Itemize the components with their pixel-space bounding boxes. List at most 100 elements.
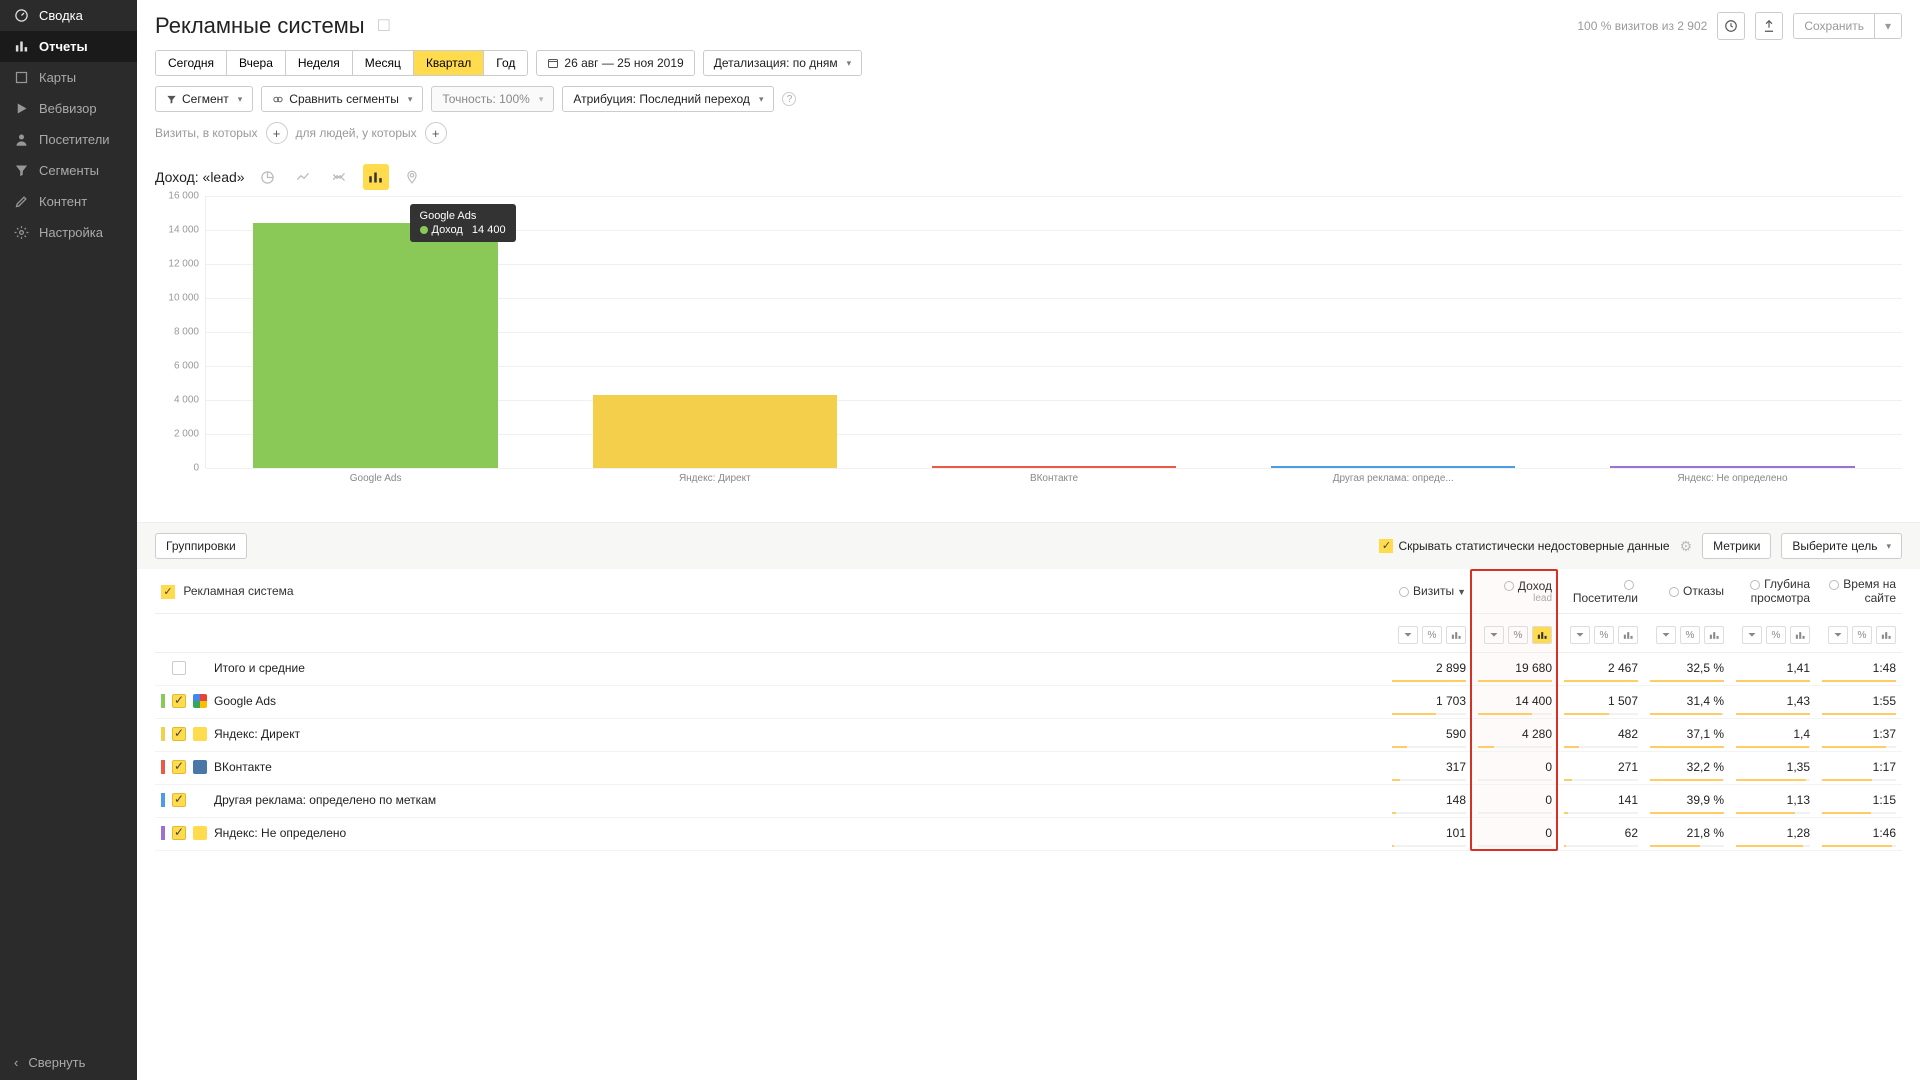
row-name[interactable]: Другая реклама: определено по меткам — [155, 785, 1386, 815]
sidebar-item-5[interactable]: Сегменты — [0, 155, 137, 186]
sidebar-item-7[interactable]: Настройка — [0, 217, 137, 248]
export-button[interactable] — [1755, 12, 1783, 40]
radio-icon[interactable] — [1624, 580, 1634, 590]
filter-icon[interactable]: ⏷ — [1398, 626, 1418, 644]
filter-icon[interactable]: ⏷ — [1828, 626, 1848, 644]
row-checkbox[interactable] — [172, 727, 186, 741]
goal-button[interactable]: Выберите цель▾ — [1781, 533, 1902, 559]
cell: 1:15 — [1816, 785, 1902, 818]
chart-bar-icon[interactable] — [363, 164, 389, 190]
sidebar-item-0[interactable]: Сводка — [0, 0, 137, 31]
cell: 0 — [1472, 818, 1558, 851]
bar-icon[interactable] — [1446, 626, 1466, 644]
gear-icon[interactable]: ⚙ — [1680, 538, 1693, 555]
percent-icon[interactable]: % — [1422, 626, 1442, 644]
row-checkbox[interactable] — [172, 793, 186, 807]
row-label: ВКонтакте — [214, 760, 272, 774]
help-icon[interactable]: ? — [782, 92, 796, 106]
row-checkbox[interactable] — [172, 760, 186, 774]
row-name[interactable]: Яндекс: Директ — [155, 719, 1386, 749]
col-2[interactable]: Посетители — [1558, 569, 1644, 614]
filter-icon[interactable]: ⏷ — [1656, 626, 1676, 644]
period-Неделя[interactable]: Неделя — [285, 51, 352, 75]
sidebar-item-1[interactable]: Отчеты — [0, 31, 137, 62]
bar-3[interactable]: Другая реклама: опреде... — [1224, 196, 1563, 468]
row-checkbox[interactable] — [172, 694, 186, 708]
bar-icon[interactable] — [1532, 626, 1552, 644]
compare-button[interactable]: Сравнить сегменты▾ — [261, 86, 423, 112]
bar-icon[interactable] — [1704, 626, 1724, 644]
visits-summary: 100 % визитов из 2 902 — [1577, 19, 1707, 33]
segment-label: Сегмент — [182, 92, 229, 106]
col-name[interactable]: ✓ Рекламная система — [155, 569, 1386, 614]
bar-4[interactable]: Яндекс: Не определено — [1563, 196, 1902, 468]
radio-icon[interactable] — [1669, 587, 1679, 597]
chart-pie-icon[interactable] — [255, 164, 281, 190]
period-Вчера[interactable]: Вчера — [226, 51, 285, 75]
chart-line-icon[interactable] — [291, 164, 317, 190]
bar-0[interactable]: Google AdsGoogle AdsДоход 14 400 — [206, 196, 545, 468]
bar-icon[interactable] — [1876, 626, 1896, 644]
col-4[interactable]: Глубина просмотра — [1730, 569, 1816, 614]
sidebar-collapse[interactable]: ‹ Свернуть — [0, 1045, 137, 1080]
percent-icon[interactable]: % — [1594, 626, 1614, 644]
add-people-filter[interactable]: + — [425, 122, 447, 144]
cell: 14 400 — [1472, 686, 1558, 719]
chart-area-icon[interactable] — [327, 164, 353, 190]
row-name[interactable]: Google Ads — [155, 686, 1386, 716]
radio-icon[interactable] — [1504, 581, 1514, 591]
row-checkbox[interactable] — [172, 826, 186, 840]
row-name[interactable]: ВКонтакте — [155, 752, 1386, 782]
radio-icon[interactable] — [1750, 580, 1760, 590]
period-Квартал[interactable]: Квартал — [413, 51, 483, 75]
sidebar-item-4[interactable]: Посетители — [0, 124, 137, 155]
bar-2[interactable]: ВКонтакте — [884, 196, 1223, 468]
sidebar-item-2[interactable]: Карты — [0, 62, 137, 93]
hide-insignificant-toggle[interactable]: ✓Скрывать статистически недостоверные да… — [1379, 539, 1669, 553]
period-Год[interactable]: Год — [483, 51, 527, 75]
percent-icon[interactable]: % — [1680, 626, 1700, 644]
checkbox-icon[interactable]: ✓ — [161, 585, 175, 599]
percent-icon[interactable]: % — [1508, 626, 1528, 644]
sidebar-item-6[interactable]: Контент — [0, 186, 137, 217]
detalization-button[interactable]: Детализация: по дням▾ — [703, 50, 862, 76]
col-0[interactable]: Визиты▼ — [1386, 569, 1472, 614]
save-button[interactable]: Сохранить — [1794, 14, 1874, 38]
row-checkbox[interactable] — [172, 661, 186, 675]
accuracy-button[interactable]: Точность: 100%▾ — [431, 86, 554, 112]
row-name[interactable]: Итого и средние — [155, 653, 1386, 683]
filter-icon[interactable]: ⏷ — [1570, 626, 1590, 644]
cell: 62 — [1558, 818, 1644, 851]
detalization-label: Детализация: по дням — [714, 56, 838, 70]
save-dropdown[interactable]: ▾ — [1874, 14, 1901, 38]
filter-icon[interactable]: ⏷ — [1742, 626, 1762, 644]
date-range-button[interactable]: 26 авг — 25 ноя 2019 — [536, 50, 694, 76]
bar-icon[interactable] — [1618, 626, 1638, 644]
percent-icon[interactable]: % — [1852, 626, 1872, 644]
sidebar-item-3[interactable]: Вебвизор — [0, 93, 137, 124]
cell: 1:37 — [1816, 719, 1902, 752]
attribution-button[interactable]: Атрибуция: Последний переход▾ — [562, 86, 774, 112]
add-visit-filter[interactable]: + — [266, 122, 288, 144]
radio-icon[interactable] — [1829, 580, 1839, 590]
chart-map-icon[interactable] — [399, 164, 425, 190]
row-name[interactable]: Яндекс: Не определено — [155, 818, 1386, 848]
col-3[interactable]: Отказы — [1644, 569, 1730, 614]
filter-icon[interactable]: ⏷ — [1484, 626, 1504, 644]
history-button[interactable] — [1717, 12, 1745, 40]
cell: 271 — [1558, 752, 1644, 785]
bar-icon[interactable] — [1790, 626, 1810, 644]
ytick: 8 000 — [174, 327, 199, 338]
grouping-button[interactable]: Группировки — [155, 533, 247, 559]
radio-icon[interactable] — [1399, 587, 1409, 597]
percent-icon[interactable]: % — [1766, 626, 1786, 644]
period-Сегодня[interactable]: Сегодня — [156, 51, 226, 75]
bookmark-icon[interactable]: ☐ — [377, 16, 391, 36]
col-1[interactable]: Доходlead — [1472, 569, 1558, 614]
metrics-button[interactable]: Метрики — [1702, 533, 1771, 559]
bar-1[interactable]: Яндекс: Директ — [545, 196, 884, 468]
segment-button[interactable]: Сегмент▾ — [155, 86, 253, 112]
period-Месяц[interactable]: Месяц — [352, 51, 413, 75]
bar-rect — [253, 223, 497, 468]
col-5[interactable]: Время на сайте — [1816, 569, 1902, 614]
